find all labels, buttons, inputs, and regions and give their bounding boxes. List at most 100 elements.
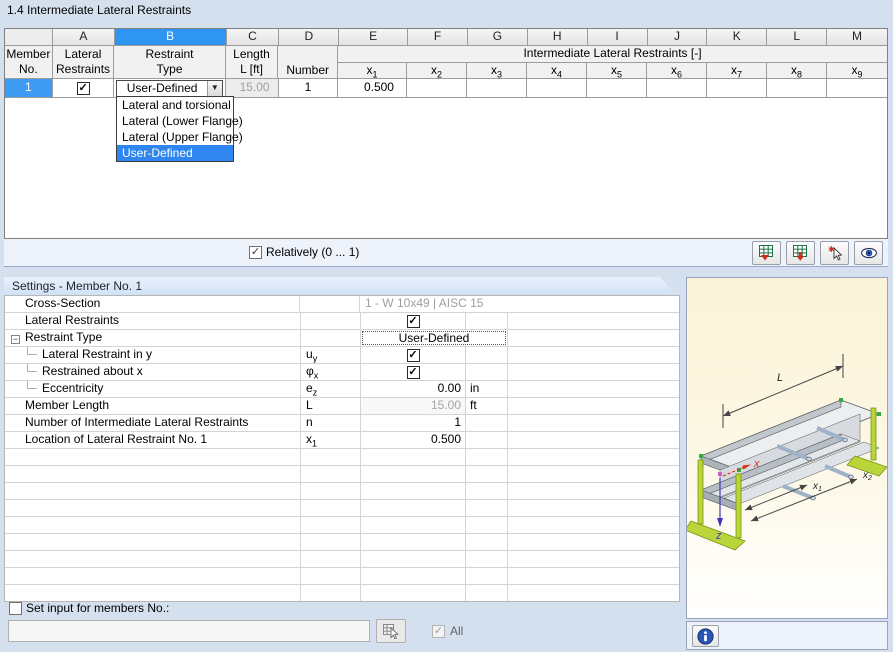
settings-check-cell: ✓ [361,347,466,363]
settings-label [5,534,301,550]
settings-checkbox[interactable]: ✓ [406,365,420,379]
column-letter-F[interactable]: F [408,29,468,45]
column-letter-D[interactable]: D [279,29,340,45]
set-input-option: ✓ Set input for members No.: [9,601,169,615]
settings-symbol [301,330,361,346]
chevron-down-icon[interactable]: ▼ [206,81,222,97]
dropdown-item[interactable]: User-Defined [117,145,233,161]
column-letter-E[interactable]: E [339,29,409,45]
header-x9: x9 [851,63,863,80]
empty-x-cell[interactable] [647,79,707,97]
dropdown-item[interactable]: Lateral (Upper Flange) [117,129,243,145]
settings-empty-row [5,568,679,585]
empty-x-cell[interactable] [587,79,647,97]
column-letter-L[interactable]: L [767,29,828,45]
pick-members-in-graphic-button [376,619,406,643]
settings-value-cell [361,449,466,465]
settings-empty-row [5,449,679,466]
info-icon [697,627,714,645]
pick-members-button[interactable]: ✱ [820,241,849,265]
settings-value-cell[interactable]: 0.00 [361,381,466,397]
dialog-intermediate-lateral-restraints: 1.4 Intermediate Lateral Restraints ABCD… [0,0,893,652]
column-letter-K[interactable]: K [707,29,768,45]
settings-label: Lateral Restraint in y [5,347,301,363]
collapse-minus-icon[interactable]: − [11,335,20,344]
excel-import-button[interactable] [752,241,781,265]
column-letter-I[interactable]: I [587,29,648,45]
tree-elbow-icon [27,347,37,355]
set-input-checkbox[interactable]: ✓ [9,601,22,615]
empty-x-cell[interactable] [407,79,467,97]
settings-label [5,517,301,533]
settings-label [5,551,301,567]
eye-icon [860,247,877,259]
pick-table-icon [383,624,399,639]
settings-label: Location of Lateral Restraint No. 1 [5,432,301,448]
settings-row: Member Length L 15.00 ft [5,398,679,415]
column-letter-C[interactable]: C [226,29,280,45]
all-option: ✓ All [432,624,463,638]
settings-extra-cell [508,500,679,516]
header-x8: x8 [767,63,827,79]
members-table: ABCDEFGHIJKLM Member No. Lateral Restrai… [4,28,888,239]
header-member-no: Member No. [5,46,53,78]
settings-value-cell [361,517,466,533]
label-axis-z: z [715,530,722,542]
settings-label [5,483,301,499]
settings-unit-cell [466,415,508,431]
settings-unit-cell [466,517,508,533]
view-button[interactable] [854,241,883,265]
column-letter-B[interactable]: B [114,29,227,45]
lateral-restraints-checkbox[interactable]: ✓ [76,81,90,95]
column-letter-J[interactable]: J [647,29,708,45]
settings-value-cell[interactable]: 0.500 [361,432,466,448]
settings-checkbox[interactable]: ✓ [406,348,420,362]
settings-symbol [301,534,361,550]
dropdown-item[interactable]: Lateral (Lower Flange) [117,113,243,129]
header-x3: x3 [467,63,527,79]
excel-import-icon [758,245,773,261]
relatively-label: Relatively (0 ... 1) [266,245,360,259]
settings-label: Number of Intermediate Lateral Restraint… [5,415,301,431]
settings-extra-cell [508,568,679,584]
settings-unit-cell [466,432,508,448]
member-number-cell[interactable]: 1 [5,79,53,97]
empty-x-cell[interactable] [527,79,587,97]
number-cell[interactable]: 1 [279,79,339,97]
relatively-checkbox[interactable]: ✓ [249,245,262,259]
settings-label: Cross-Section [5,296,301,312]
header-x6: x6 [647,63,707,79]
column-letter-A[interactable]: A [52,29,115,45]
settings-restraint-type-combo[interactable]: User-Defined [362,331,506,345]
settings-value-cell [361,534,466,550]
column-letter-G[interactable]: G [467,29,528,45]
settings-extra-cell [508,313,679,329]
info-bar [686,621,888,650]
empty-x-cell[interactable] [467,79,527,97]
diagram-panel: L x z x1 x2 [684,277,888,619]
dropdown-item[interactable]: Lateral and torsional [117,97,233,113]
settings-symbol [301,466,361,482]
empty-x-cell[interactable] [827,79,887,97]
settings-unit-cell [466,568,508,584]
settings-header: Settings - Member No. 1 [4,277,676,295]
header-x1: x1 [338,63,407,79]
settings-extra-cell [508,551,679,567]
settings-row: Lateral Restraints ✓ [5,313,679,330]
settings-empty-row [5,551,679,568]
dialog-title: 1.4 Intermediate Lateral Restraints [7,3,192,17]
settings-unit-cell [466,483,508,499]
header-number: Number [278,46,338,78]
column-letter-H[interactable]: H [527,29,588,45]
excel-export-button[interactable] [786,241,815,265]
column-letter-M[interactable]: M [827,29,887,45]
empty-x-cell[interactable] [707,79,767,97]
settings-extra-cell [508,449,679,465]
settings-value-cell[interactable]: 1 [361,415,466,431]
header-x2: x2 [407,63,467,79]
x1-cell[interactable]: 0.500 [338,79,407,97]
info-button[interactable] [692,625,719,647]
empty-x-cell[interactable] [767,79,827,97]
settings-checkbox[interactable]: ✓ [406,314,420,328]
settings-extra-cell [508,483,679,499]
